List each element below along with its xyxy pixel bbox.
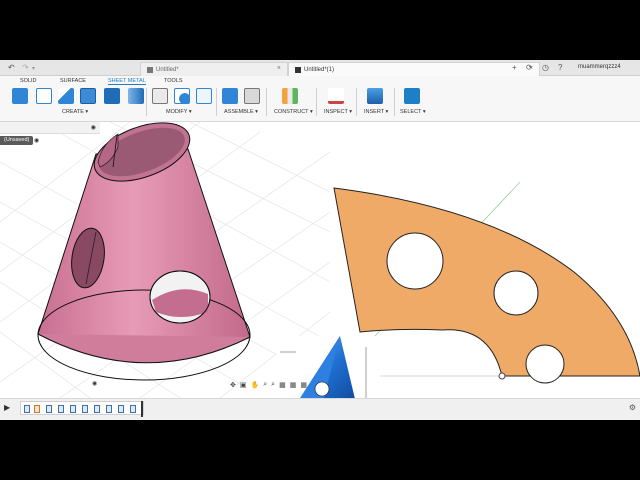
insert-group-label[interactable]: INSERT ▾ bbox=[364, 109, 388, 115]
display-settings-icon[interactable]: ▦ bbox=[279, 381, 286, 389]
select-arrow-icon[interactable] bbox=[404, 88, 420, 104]
fit-icon[interactable]: ⌕ bbox=[271, 381, 275, 389]
chevron-down-icon[interactable]: ▾ bbox=[32, 65, 35, 72]
gear-icon[interactable]: ⚙ bbox=[629, 403, 636, 412]
timeline-feature-icon[interactable] bbox=[118, 405, 124, 413]
timeline-feature-icon[interactable] bbox=[34, 405, 40, 413]
pan-icon[interactable]: ✋ bbox=[251, 381, 260, 389]
viewports-icon[interactable]: ▦ bbox=[300, 381, 307, 389]
tab-title: Untitled*(1) bbox=[304, 66, 335, 73]
divider bbox=[216, 88, 217, 116]
timeline-feature-icon[interactable] bbox=[130, 405, 136, 413]
undo-icon[interactable]: ↶ bbox=[8, 63, 15, 72]
timeline-bar: ▶ ⚙ bbox=[0, 398, 640, 420]
timeline-feature-icon[interactable] bbox=[106, 405, 112, 413]
divider bbox=[316, 88, 317, 116]
play-icon[interactable]: ▶ bbox=[4, 403, 10, 412]
create-sketch-icon[interactable] bbox=[36, 88, 52, 104]
tab-tools[interactable]: TOOLS bbox=[164, 78, 183, 84]
browser-panel-header[interactable]: ◉ bbox=[0, 122, 100, 134]
tab-solid[interactable]: SOLID bbox=[20, 78, 37, 84]
offset-plane-icon[interactable] bbox=[282, 88, 298, 104]
divider bbox=[266, 88, 267, 116]
timeline-feature-icon[interactable] bbox=[58, 405, 64, 413]
inspect-group-label[interactable]: INSPECT ▾ bbox=[324, 109, 352, 115]
browser-options-icon[interactable]: ◉ bbox=[91, 124, 96, 131]
refresh-icon[interactable]: ⟳ bbox=[526, 63, 533, 72]
assemble-group-label[interactable]: ASSEMBLE ▾ bbox=[224, 109, 258, 115]
tab-surface[interactable]: SURFACE bbox=[60, 78, 86, 84]
timeline-feature-icon[interactable] bbox=[24, 405, 30, 413]
tab-untitled-1[interactable]: Untitled*(1) × bbox=[288, 62, 540, 76]
timeline-marker[interactable] bbox=[141, 401, 143, 417]
plus-icon[interactable]: + bbox=[512, 63, 517, 72]
modify-group-label[interactable]: MODIFY ▾ bbox=[166, 109, 192, 115]
construct-group-label[interactable]: CONSTRUCT ▾ bbox=[274, 109, 313, 115]
document-icon bbox=[147, 66, 153, 73]
zoom-icon[interactable]: ⌕ bbox=[263, 381, 267, 389]
move-copy-icon[interactable] bbox=[196, 88, 212, 104]
joint-icon[interactable] bbox=[244, 88, 260, 104]
radio-icon[interactable]: ◉ bbox=[34, 137, 39, 144]
select-group-label[interactable]: SELECT ▾ bbox=[400, 109, 426, 115]
unfold-icon[interactable] bbox=[104, 88, 120, 104]
divider bbox=[394, 88, 395, 116]
tab-sheet-metal[interactable]: SHEET METAL bbox=[108, 78, 146, 85]
fusion-app-window: ↶ ↷ ▾ Untitled* × Untitled*(1) × + ⟳ ◷ ?… bbox=[0, 60, 640, 420]
divider bbox=[146, 88, 147, 116]
timeline-feature-icon[interactable] bbox=[70, 405, 76, 413]
new-component-icon[interactable] bbox=[222, 88, 238, 104]
timeline-feature-icon[interactable] bbox=[94, 405, 100, 413]
tab-title: Untitled* bbox=[156, 66, 179, 73]
redo-icon[interactable]: ↷ bbox=[22, 63, 29, 72]
timeline-feature-icon[interactable] bbox=[46, 405, 52, 413]
fillet-icon[interactable] bbox=[174, 88, 190, 104]
unsaved-document-label[interactable]: (Unsaved) bbox=[0, 136, 34, 145]
close-icon[interactable]: × bbox=[277, 65, 281, 72]
help-icon[interactable]: ? bbox=[558, 63, 562, 72]
divider bbox=[356, 88, 357, 116]
orbit-icon[interactable]: ✥ bbox=[230, 381, 236, 389]
cone-body[interactable] bbox=[37, 122, 251, 381]
toolbar-ribbon: SOLID SURFACE SHEET METAL TOOLS CREATE ▾… bbox=[0, 76, 640, 122]
new-component-icon[interactable] bbox=[12, 88, 28, 104]
user-name[interactable]: muammerqzzz4 bbox=[578, 64, 621, 70]
viewport-canvas[interactable] bbox=[0, 121, 640, 420]
comments-icon[interactable]: ◉ bbox=[92, 380, 97, 387]
create-group-label[interactable]: CREATE ▾ bbox=[62, 109, 88, 115]
insert-image-icon[interactable] bbox=[367, 88, 383, 104]
flange-icon[interactable] bbox=[58, 88, 74, 104]
rule-flange-icon[interactable] bbox=[80, 88, 96, 104]
measure-icon[interactable] bbox=[328, 88, 344, 104]
timeline-feature-icon[interactable] bbox=[82, 405, 88, 413]
navigation-bar: ✥ ▣ ✋ ⌕ ⌕ ▦ ▦ ▦ bbox=[230, 378, 390, 392]
grid-settings-icon[interactable]: ▦ bbox=[290, 381, 297, 389]
document-icon bbox=[295, 66, 301, 73]
history-icon[interactable]: ◷ bbox=[542, 63, 549, 72]
refold-icon[interactable] bbox=[128, 88, 144, 104]
look-at-icon[interactable]: ▣ bbox=[240, 381, 247, 389]
press-pull-icon[interactable] bbox=[152, 88, 168, 104]
tab-untitled[interactable]: Untitled* × bbox=[140, 62, 288, 76]
canvas-viewport[interactable] bbox=[0, 121, 640, 420]
title-tab-bar: ↶ ↷ ▾ Untitled* × Untitled*(1) × + ⟳ ◷ ?… bbox=[0, 60, 640, 76]
